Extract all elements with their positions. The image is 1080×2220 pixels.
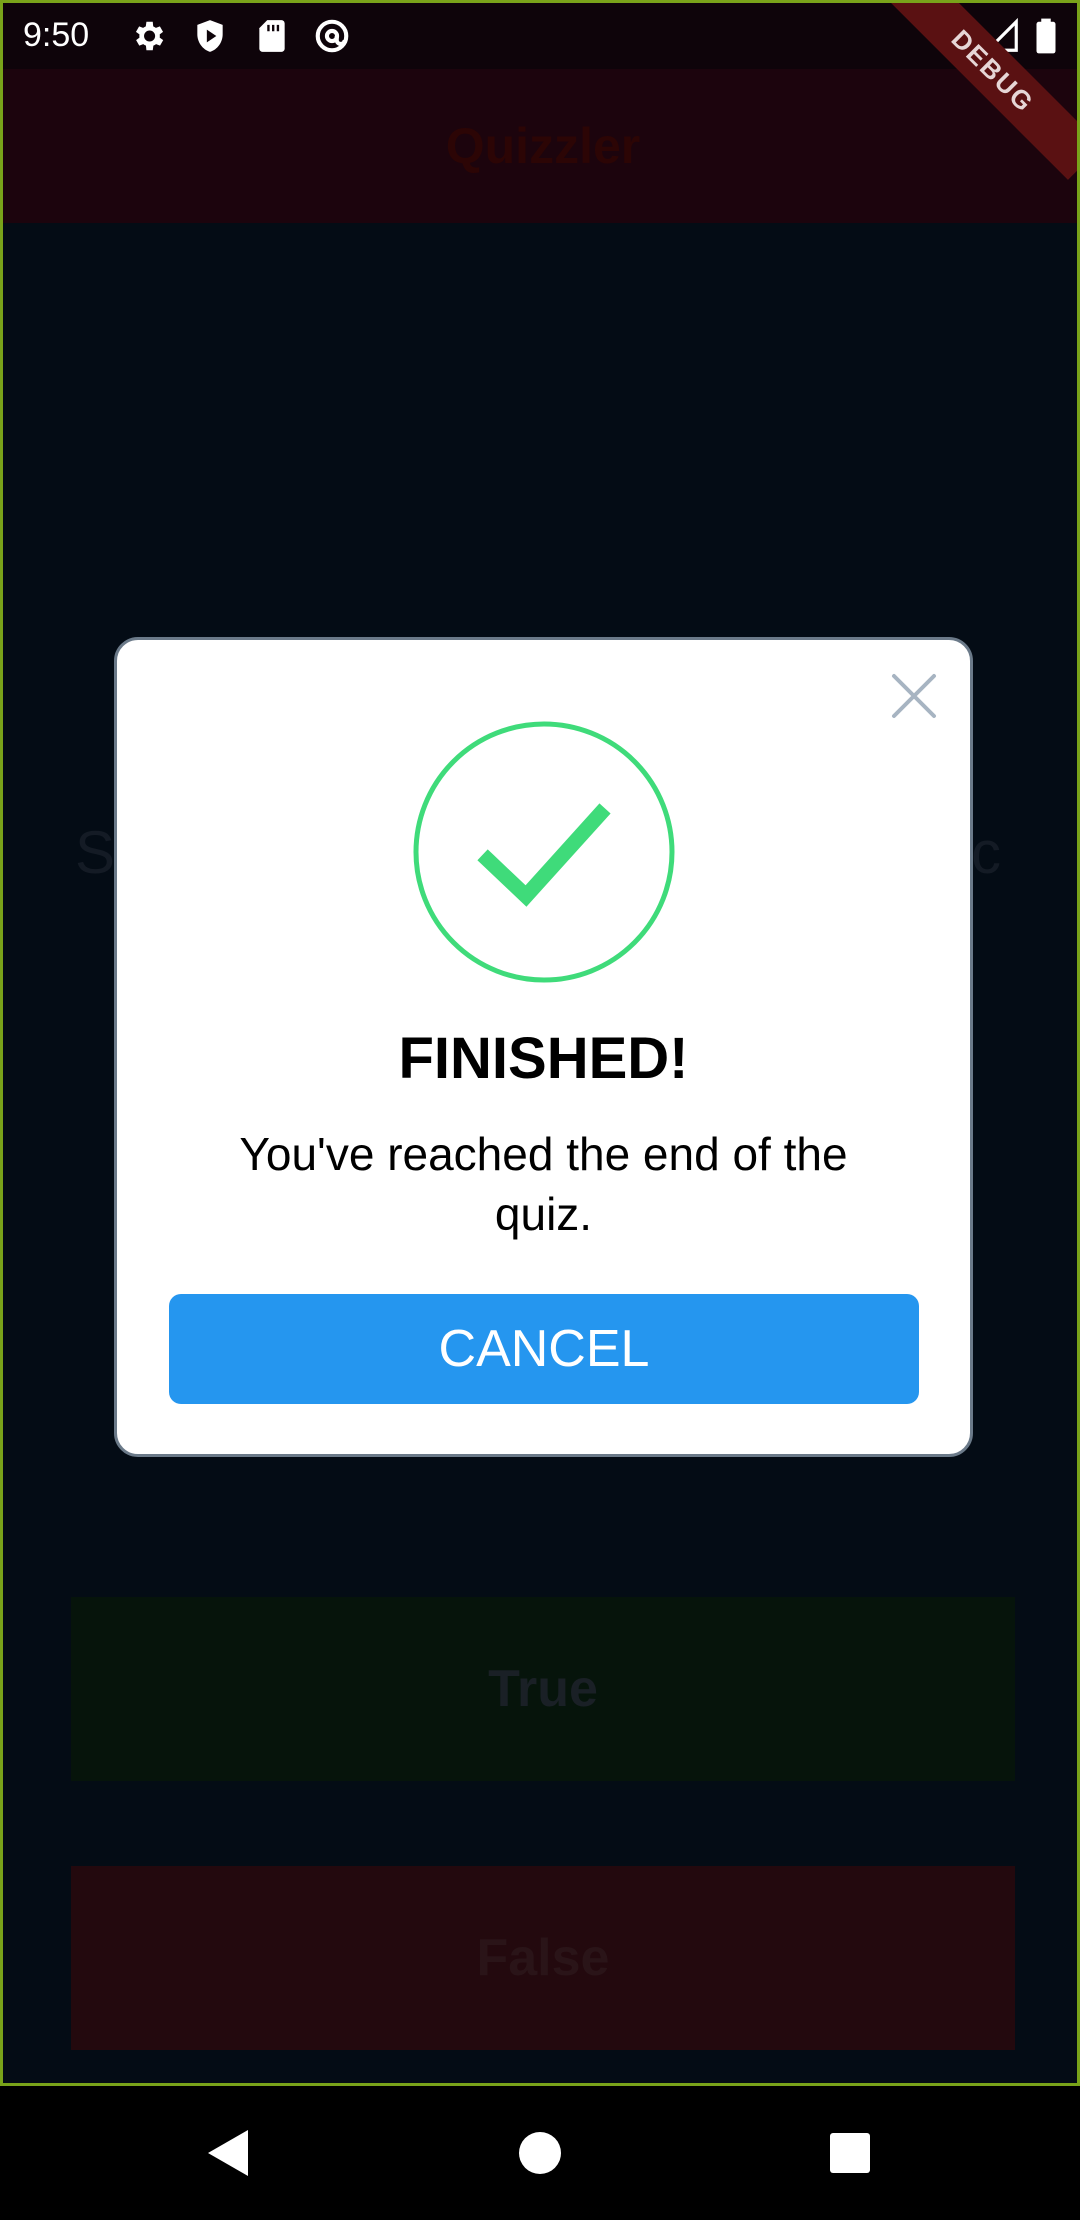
play-protect-icon bbox=[191, 17, 229, 55]
at-sign-icon bbox=[313, 17, 351, 55]
home-icon[interactable] bbox=[503, 2116, 577, 2190]
battery-icon bbox=[1033, 17, 1059, 55]
close-icon[interactable] bbox=[886, 668, 942, 724]
success-check-icon bbox=[412, 720, 676, 984]
app-title: Quizzler bbox=[445, 118, 641, 174]
recents-icon[interactable] bbox=[813, 2116, 887, 2190]
dialog-message: You've reached the end of the quiz. bbox=[239, 1128, 848, 1240]
back-icon[interactable] bbox=[194, 2116, 268, 2190]
sd-card-icon bbox=[253, 17, 291, 55]
app-bar: Quizzler bbox=[3, 69, 1077, 223]
cancel-button[interactable]: CANCEL bbox=[169, 1294, 919, 1404]
app-screen: 9:50 Quizzler DEBUG S c True False FINIS… bbox=[0, 0, 1080, 2086]
question-text-left-fragment: S bbox=[75, 819, 116, 886]
false-button[interactable]: False bbox=[71, 1866, 1015, 2050]
navigation-bar bbox=[0, 2086, 1080, 2220]
question-text-right-fragment: c bbox=[971, 819, 1001, 886]
quiz-finished-dialog: FINISHED! You've reached the end of the … bbox=[114, 637, 973, 1457]
gear-icon bbox=[129, 17, 167, 55]
status-time: 9:50 bbox=[23, 16, 90, 54]
true-button[interactable]: True bbox=[71, 1597, 1015, 1781]
dialog-title: FINISHED! bbox=[398, 1026, 689, 1091]
